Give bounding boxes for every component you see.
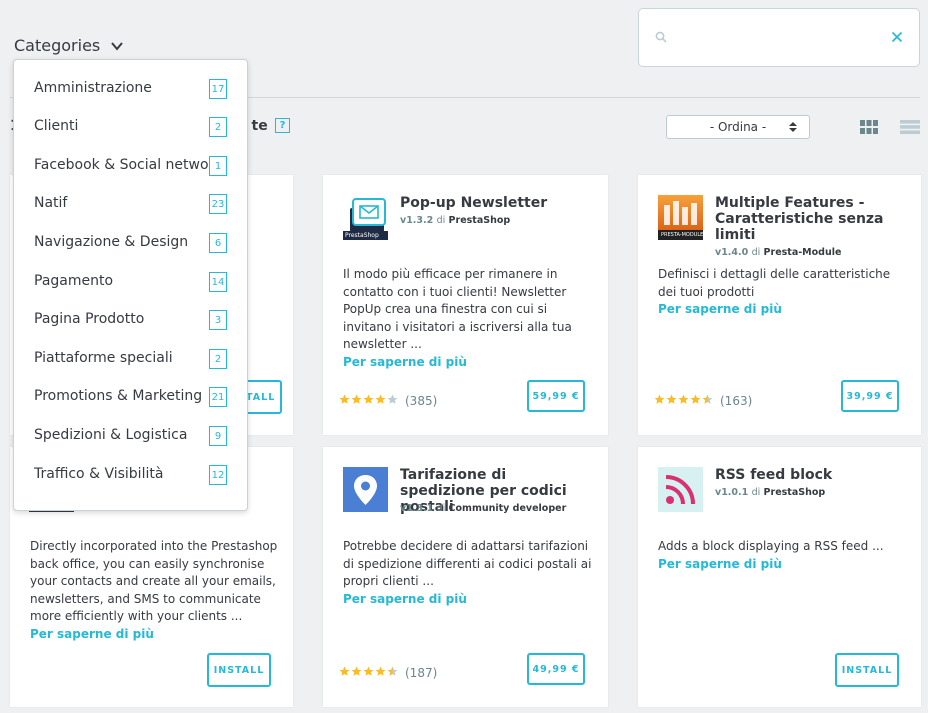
rating-stars (654, 394, 714, 408)
module-meta: v1.4.0 di Presta-Module (715, 247, 842, 258)
price-button[interactable]: 39,99 € (841, 380, 899, 412)
module-title[interactable]: Multiple Features - Caratteristiche senz… (715, 195, 895, 243)
category-item-piattaforme-speciali[interactable]: Piattaforme speciali 2 (14, 340, 247, 378)
star-icon (678, 394, 689, 404)
star-icon (702, 394, 713, 404)
price-button[interactable]: 59,99 € (527, 380, 585, 412)
price-button[interactable]: 49,99 € (527, 653, 585, 685)
star-icon (654, 394, 665, 404)
star-icon (375, 394, 386, 404)
star-icon (363, 666, 374, 676)
module-description: Il modo più efficace per rimanere in con… (343, 266, 593, 371)
rating-count: (163) (720, 394, 753, 408)
module-rating: (163) (654, 394, 752, 408)
learn-more-link[interactable]: Per saperne di più (343, 354, 593, 372)
category-item-navigazione-design[interactable]: Navigazione & Design 6 (14, 224, 247, 262)
module-card-rss-feed: RSS feed block v1.0.1 di PrestaShop Adds… (638, 447, 921, 707)
learn-more-link[interactable]: Per saperne di più (30, 626, 280, 644)
category-count-badge: 3 (209, 310, 227, 330)
search-box (638, 8, 920, 67)
module-description: Adds a block displaying a RSS feed ... P… (658, 538, 908, 573)
category-item-traffico-visibilita[interactable]: Traffico & Visibilità 12 (14, 456, 247, 494)
module-description: Potrebbe decidere di adattarsi tarifazio… (343, 538, 593, 608)
categories-dropdown-toggle[interactable]: Categories (14, 36, 124, 55)
rating-count: (187) (405, 666, 438, 680)
category-item-clienti[interactable]: Clienti 2 (14, 108, 247, 146)
category-item-amministrazione[interactable]: Amministrazione 17 (14, 70, 247, 108)
star-icon (363, 394, 374, 404)
category-count-badge: 1 (209, 156, 227, 176)
star-icon (387, 394, 398, 404)
sort-select[interactable]: - Ordina - (666, 115, 810, 139)
category-count-badge: 6 (209, 233, 227, 253)
module-description: Definisci i dettagli delle caratteristic… (658, 266, 908, 319)
popup-newsletter-logo: PrestaShop (343, 195, 388, 240)
star-icon (351, 394, 362, 404)
module-title[interactable]: Pop-up Newsletter (400, 195, 600, 211)
category-item-facebook-social[interactable]: Facebook & Social network 1 (14, 147, 247, 185)
category-item-pagina-prodotto[interactable]: Pagina Prodotto 3 (14, 301, 247, 339)
category-item-promotions-marketing[interactable]: Promotions & Marketing 21 (14, 378, 247, 416)
install-button[interactable]: INSTALL (835, 653, 899, 687)
sort-arrows-icon (789, 122, 797, 132)
category-count-badge: 14 (209, 272, 227, 292)
list-view-icon[interactable] (900, 120, 920, 134)
learn-more-link[interactable]: Per saperne di più (343, 591, 593, 609)
category-count-badge: 2 (209, 117, 227, 137)
grid-view-icon[interactable] (860, 120, 878, 134)
learn-more-link[interactable]: Per saperne di più (658, 301, 908, 319)
module-meta: v1.0.1 di PrestaShop (715, 487, 826, 498)
star-icon (375, 666, 386, 676)
map-pin-logo (343, 467, 388, 512)
popup-newsletter-logo-text: PrestaShop (345, 232, 379, 239)
rating-stars (339, 394, 399, 408)
module-title[interactable]: RSS feed block (715, 467, 915, 483)
help-icon[interactable]: ? (275, 118, 290, 133)
module-card-multiple-features: PRESTA-MODULE Multiple Features - Caratt… (638, 175, 921, 435)
star-icon (339, 666, 350, 676)
star-icon (351, 666, 362, 676)
category-count-badge: 12 (209, 465, 227, 485)
module-meta: v1.3.1 di Community developer (400, 503, 567, 514)
chevron-down-icon (111, 41, 124, 51)
search-input[interactable] (675, 23, 879, 53)
category-count-badge: 17 (209, 79, 227, 99)
module-meta: v1.3.2 di PrestaShop (400, 215, 511, 226)
category-item-natif[interactable]: Natif 23 (14, 185, 247, 223)
rating-stars (339, 666, 399, 680)
search-icon (655, 31, 667, 43)
learn-more-link[interactable]: Per saperne di più (658, 556, 908, 574)
categories-label: Categories (14, 36, 101, 55)
star-icon (666, 394, 677, 404)
star-icon (339, 394, 350, 404)
category-count-badge: 9 (209, 426, 227, 446)
install-button[interactable]: INSTALL (207, 653, 271, 687)
module-rating: (385) (339, 394, 437, 408)
category-count-badge: 23 (209, 194, 227, 214)
multiple-features-logo-text: PRESTA-MODULE (661, 232, 704, 238)
star-icon (387, 666, 398, 676)
categories-dropdown-menu: Amministrazione 17 Clienti 2 Facebook & So… (13, 59, 248, 511)
rss-logo (658, 467, 703, 512)
multiple-features-logo: PRESTA-MODULE (658, 195, 703, 240)
module-card-shipping-postcode: Tarifazione di spedizione per codici pos… (323, 447, 608, 707)
rating-count: (385) (405, 394, 438, 408)
category-item-pagamento[interactable]: Pagamento 14 (14, 263, 247, 301)
star-icon (690, 394, 701, 404)
module-rating: (187) (339, 666, 437, 680)
clear-search-icon[interactable] (891, 31, 903, 43)
category-item-spedizioni-logistica[interactable]: Spedizioni & Logistica 9 (14, 417, 247, 455)
category-count-badge: 2 (209, 349, 227, 369)
category-count-badge: 21 (209, 387, 227, 407)
sort-select-value: - Ordina - (709, 120, 767, 134)
module-description: Directly incorporated into the Prestasho… (30, 538, 280, 643)
module-card-popup-newsletter: PrestaShop Pop-up Newsletter v1.3.2 di P… (323, 175, 608, 435)
